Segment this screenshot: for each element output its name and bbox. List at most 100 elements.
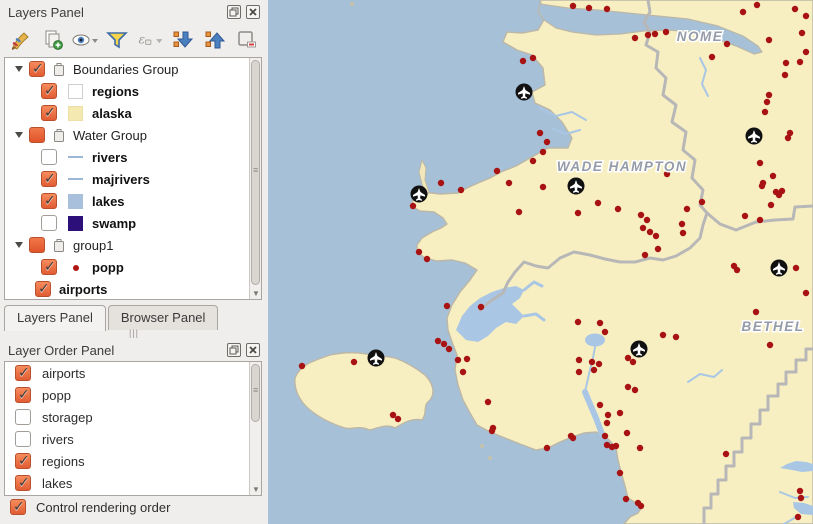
manage-map-themes-button[interactable] (71, 27, 100, 53)
layer-visibility-checkbox[interactable] (41, 215, 57, 231)
order-visibility-checkbox[interactable] (15, 409, 31, 425)
order-item-lakes[interactable]: lakes (5, 472, 261, 494)
population-dot (446, 346, 452, 352)
population-dot (595, 200, 601, 206)
population-dot (793, 265, 799, 271)
layer-visibility-checkbox[interactable] (29, 127, 45, 143)
layer-visibility-checkbox[interactable] (41, 149, 57, 165)
order-visibility-checkbox[interactable] (15, 387, 31, 403)
population-dot (644, 217, 650, 223)
layer-tree: Boundaries Groupregionsalaska Water Group… (4, 57, 262, 300)
map-canvas[interactable]: NOMEWADE HAMPTONBETHEL (268, 0, 813, 524)
tab-browser-panel[interactable]: Browser Panel (108, 305, 219, 330)
layer-order-scrollbar[interactable]: ▼ (249, 362, 261, 495)
layer-visibility-checkbox[interactable] (41, 259, 57, 275)
layer-visibility-checkbox[interactable] (41, 83, 57, 99)
tree-layer-airports[interactable]: airports (5, 278, 261, 300)
population-dot (783, 60, 789, 66)
add-group-button[interactable] (38, 27, 67, 53)
population-dot (489, 428, 495, 434)
group-icon (52, 238, 66, 253)
expander-icon[interactable] (15, 132, 23, 138)
filter-legend-button[interactable] (103, 27, 132, 53)
order-item-popp[interactable]: popp (5, 384, 261, 406)
tree-group-group1[interactable]: group1 (5, 234, 261, 256)
expand-all-button[interactable] (168, 27, 197, 53)
tree-layer-alaska[interactable]: alaska (5, 102, 261, 124)
population-dot (759, 183, 765, 189)
population-dot (799, 30, 805, 36)
order-item-storagep[interactable]: storagep (5, 406, 261, 428)
population-dot (782, 72, 788, 78)
layer-visibility-checkbox[interactable] (41, 171, 57, 187)
population-dot (630, 359, 636, 365)
population-dot (576, 369, 582, 375)
population-dot (768, 202, 774, 208)
layer-label: rivers (92, 150, 127, 165)
population-dot (390, 412, 396, 418)
float-panel-icon[interactable] (227, 343, 241, 357)
order-visibility-checkbox[interactable] (15, 453, 31, 469)
dock-splitter-handle[interactable]: ||| (0, 331, 268, 338)
tree-layer-lakes[interactable]: lakes (5, 190, 261, 212)
tree-layer-swamp[interactable]: swamp (5, 212, 261, 234)
layer-label: swamp (92, 216, 136, 231)
layer-label: airports (59, 282, 107, 297)
population-dot (642, 252, 648, 258)
population-dot (699, 199, 705, 205)
dock-tabs: Layers Panel Browser Panel (4, 302, 218, 330)
order-item-label: rivers (42, 432, 74, 447)
population-dot (652, 31, 658, 37)
population-dot (602, 433, 608, 439)
population-dot (803, 13, 809, 19)
population-dot (568, 433, 574, 439)
layer-tree-scrollbar[interactable]: ▼ (249, 58, 261, 299)
float-panel-icon[interactable] (227, 5, 241, 19)
population-dot (645, 32, 651, 38)
population-dot (798, 495, 804, 501)
population-dot (506, 180, 512, 186)
airport-icon (368, 350, 385, 367)
tab-layers-panel[interactable]: Layers Panel (4, 305, 106, 331)
layer-visibility-checkbox[interactable] (41, 193, 57, 209)
tree-group-boundaries-group[interactable]: Boundaries Group (5, 58, 261, 80)
airport-icon (771, 260, 788, 277)
order-visibility-checkbox[interactable] (15, 475, 31, 491)
tree-layer-majrivers[interactable]: majrivers (5, 168, 261, 190)
layer-visibility-checkbox[interactable] (29, 61, 45, 77)
filter-by-expression-button[interactable]: ε (135, 27, 165, 53)
population-dot (424, 256, 430, 262)
layer-visibility-checkbox[interactable] (29, 237, 45, 253)
population-dot (444, 303, 450, 309)
remove-layer-group-button[interactable] (233, 27, 262, 53)
region-label: NOME (677, 29, 724, 44)
tree-layer-regions[interactable]: regions (5, 80, 261, 102)
collapse-all-button[interactable] (200, 27, 229, 53)
control-rendering-order-checkbox[interactable] (10, 499, 26, 515)
group-icon (52, 128, 66, 143)
order-item-regions[interactable]: regions (5, 450, 261, 472)
population-dot (605, 412, 611, 418)
expander-icon[interactable] (15, 242, 23, 248)
expander-icon[interactable] (15, 66, 23, 72)
tree-group-water-group[interactable]: Water Group (5, 124, 261, 146)
close-panel-icon[interactable] (246, 5, 260, 19)
population-dot (576, 357, 582, 363)
layer-visibility-checkbox[interactable] (41, 105, 57, 121)
tree-layer-popp[interactable]: popp (5, 256, 261, 278)
tree-layer-rivers[interactable]: rivers (5, 146, 261, 168)
layer-label: popp (92, 260, 124, 275)
order-visibility-checkbox[interactable] (15, 431, 31, 447)
layer-visibility-checkbox[interactable] (35, 281, 51, 297)
population-dot (660, 332, 666, 338)
svg-text:ε: ε (139, 33, 146, 47)
close-panel-icon[interactable] (246, 343, 260, 357)
order-visibility-checkbox[interactable] (15, 365, 31, 381)
population-dot (753, 309, 759, 315)
order-item-rivers[interactable]: rivers (5, 428, 261, 450)
order-item-airports[interactable]: airports (5, 362, 261, 384)
group-label: Water Group (73, 128, 147, 143)
layer-symbol-swatch (68, 84, 83, 99)
open-layer-styling-button[interactable] (6, 27, 35, 53)
layers-panel-toolbar: ε (6, 26, 262, 54)
